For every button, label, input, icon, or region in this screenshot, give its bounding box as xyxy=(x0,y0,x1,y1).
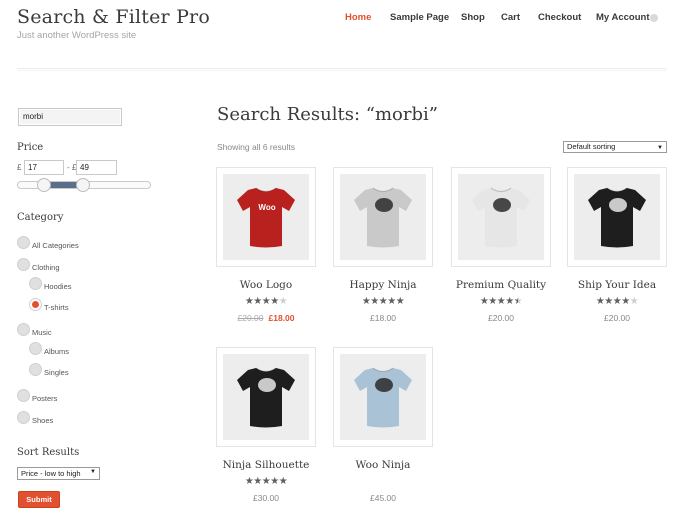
nav-item-sample-page[interactable]: Sample Page xyxy=(390,12,449,23)
price-slider-min-handle[interactable] xyxy=(37,178,51,192)
t-shirt-icon xyxy=(237,367,295,428)
product-image[interactable] xyxy=(567,167,667,267)
radio-button[interactable] xyxy=(17,236,30,249)
result-count: Showing all 6 results xyxy=(217,142,295,152)
product-price: £20.00 £18.00 xyxy=(216,313,316,323)
regular-price: £20.00 xyxy=(237,313,264,323)
product-woo-ninja[interactable]: Woo Ninja £45.00 xyxy=(333,347,433,516)
product-price: £18.00 xyxy=(333,313,433,323)
t-shirt-icon xyxy=(472,187,530,248)
submit-button[interactable]: Submit xyxy=(18,491,60,508)
radio-button[interactable] xyxy=(17,389,30,402)
category-label: Posters xyxy=(32,394,58,403)
site-title[interactable]: Search & Filter Pro xyxy=(17,6,210,28)
product-image-background xyxy=(340,354,426,440)
site-description: Just another WordPress site xyxy=(17,30,137,41)
radio-button[interactable] xyxy=(29,342,42,355)
product-price: £45.00 xyxy=(333,493,433,503)
category-label: All Categories xyxy=(32,241,79,250)
star-rating: ★★★★★ xyxy=(244,296,288,307)
category-label: Singles xyxy=(44,368,69,377)
radio-button[interactable] xyxy=(17,411,30,424)
nav-item-cart[interactable]: Cart xyxy=(501,12,520,23)
product-price: £20.00 xyxy=(451,313,551,323)
price-amount: £20.00 xyxy=(488,313,514,323)
t-shirt-icon xyxy=(354,187,412,248)
page-title: Search Results: “morbi” xyxy=(217,104,438,125)
orderby-select[interactable]: Default sorting ▼ xyxy=(563,141,667,153)
price-filter-title: Price xyxy=(17,142,44,153)
dropdown-indicator-icon[interactable] xyxy=(650,14,658,22)
search-input[interactable]: morbi xyxy=(18,108,122,126)
price-amount: £20.00 xyxy=(604,313,630,323)
category-label: Clothing xyxy=(32,263,60,272)
chevron-down-icon: ▼ xyxy=(657,145,663,151)
product-premium-quality[interactable]: Premium Quality ★★★★★ £20.00 xyxy=(451,167,551,337)
product-happy-ninja[interactable]: Happy Ninja ★★★★★ £18.00 xyxy=(333,167,433,337)
radio-button[interactable] xyxy=(17,258,30,271)
star-rating: ★★★★★ xyxy=(595,296,639,307)
header-divider xyxy=(17,68,667,71)
price-amount: £18.00 xyxy=(370,313,396,323)
category-filter-title: Category xyxy=(17,212,64,223)
product-title[interactable]: Ship Your Idea xyxy=(547,279,679,291)
orderby-selected-value: Default sorting xyxy=(567,142,616,151)
price-separator: - xyxy=(67,163,70,172)
price-min-input[interactable]: 17 xyxy=(24,160,64,175)
product-image-background xyxy=(458,174,544,260)
radio-button[interactable] xyxy=(17,323,30,336)
product-price: £20.00 xyxy=(567,313,667,323)
product-image-background xyxy=(574,174,660,260)
product-image-background xyxy=(223,354,309,440)
radio-button[interactable] xyxy=(29,363,42,376)
shirt-graphic-icon xyxy=(609,198,627,212)
price-amount: £30.00 xyxy=(253,493,279,503)
shirt-graphic-icon xyxy=(493,198,511,212)
t-shirt-icon xyxy=(354,367,412,428)
product-image-background xyxy=(340,174,426,260)
product-image[interactable] xyxy=(333,347,433,447)
chevron-down-icon: ▼ xyxy=(90,469,96,475)
product-image[interactable] xyxy=(451,167,551,267)
product-price: £30.00 xyxy=(216,493,316,503)
shirt-print-text: Woo xyxy=(258,203,276,212)
star-rating: ★★★★★ xyxy=(479,296,523,307)
sale-price: £18.00 xyxy=(268,313,295,323)
nav-item-shop[interactable]: Shop xyxy=(461,12,485,23)
nav-item-checkout[interactable]: Checkout xyxy=(538,12,581,23)
nav-item-my-account[interactable]: My Account xyxy=(596,12,649,23)
category-label: Music xyxy=(32,328,52,337)
radio-button[interactable] xyxy=(29,277,42,290)
category-label: T-shirts xyxy=(44,303,69,312)
radio-button-checked[interactable] xyxy=(29,298,42,311)
star-rating: ★★★★★ xyxy=(244,476,288,487)
shirt-graphic-icon xyxy=(375,198,393,212)
product-image[interactable]: Woo xyxy=(216,167,316,267)
product-woo-logo[interactable]: Woo Woo Logo ★★★★★ £20.00 £18.00 xyxy=(216,167,316,337)
sort-results-title: Sort Results xyxy=(17,447,80,458)
category-label: Shoes xyxy=(32,416,54,425)
category-label: Hoodies xyxy=(44,282,72,291)
t-shirt-icon xyxy=(588,187,646,248)
product-ninja-silhouette[interactable]: Ninja Silhouette ★★★★★ £30.00 xyxy=(216,347,316,516)
category-label: Albums xyxy=(44,347,70,356)
product-image[interactable] xyxy=(333,167,433,267)
shirt-graphic-icon xyxy=(375,378,393,392)
price-slider-max-handle[interactable] xyxy=(76,178,90,192)
product-image[interactable] xyxy=(216,347,316,447)
t-shirt-icon xyxy=(237,187,295,248)
product-ship-your-idea[interactable]: Ship Your Idea ★★★★★ £20.00 xyxy=(567,167,667,337)
price-amount: £45.00 xyxy=(370,493,396,503)
star-rating: ★★★★★ xyxy=(361,296,405,307)
sort-selected-value: Price - low to high xyxy=(21,469,81,478)
nav-item-home[interactable]: Home xyxy=(345,12,371,23)
product-title[interactable]: Woo Ninja xyxy=(313,459,453,471)
price-max-input[interactable]: 49 xyxy=(76,160,117,175)
currency-symbol-min: £ xyxy=(17,163,22,172)
sort-results-select[interactable]: Price - low to high ▼ xyxy=(17,467,100,480)
shirt-graphic-icon xyxy=(258,378,276,392)
product-image-background xyxy=(223,174,309,260)
